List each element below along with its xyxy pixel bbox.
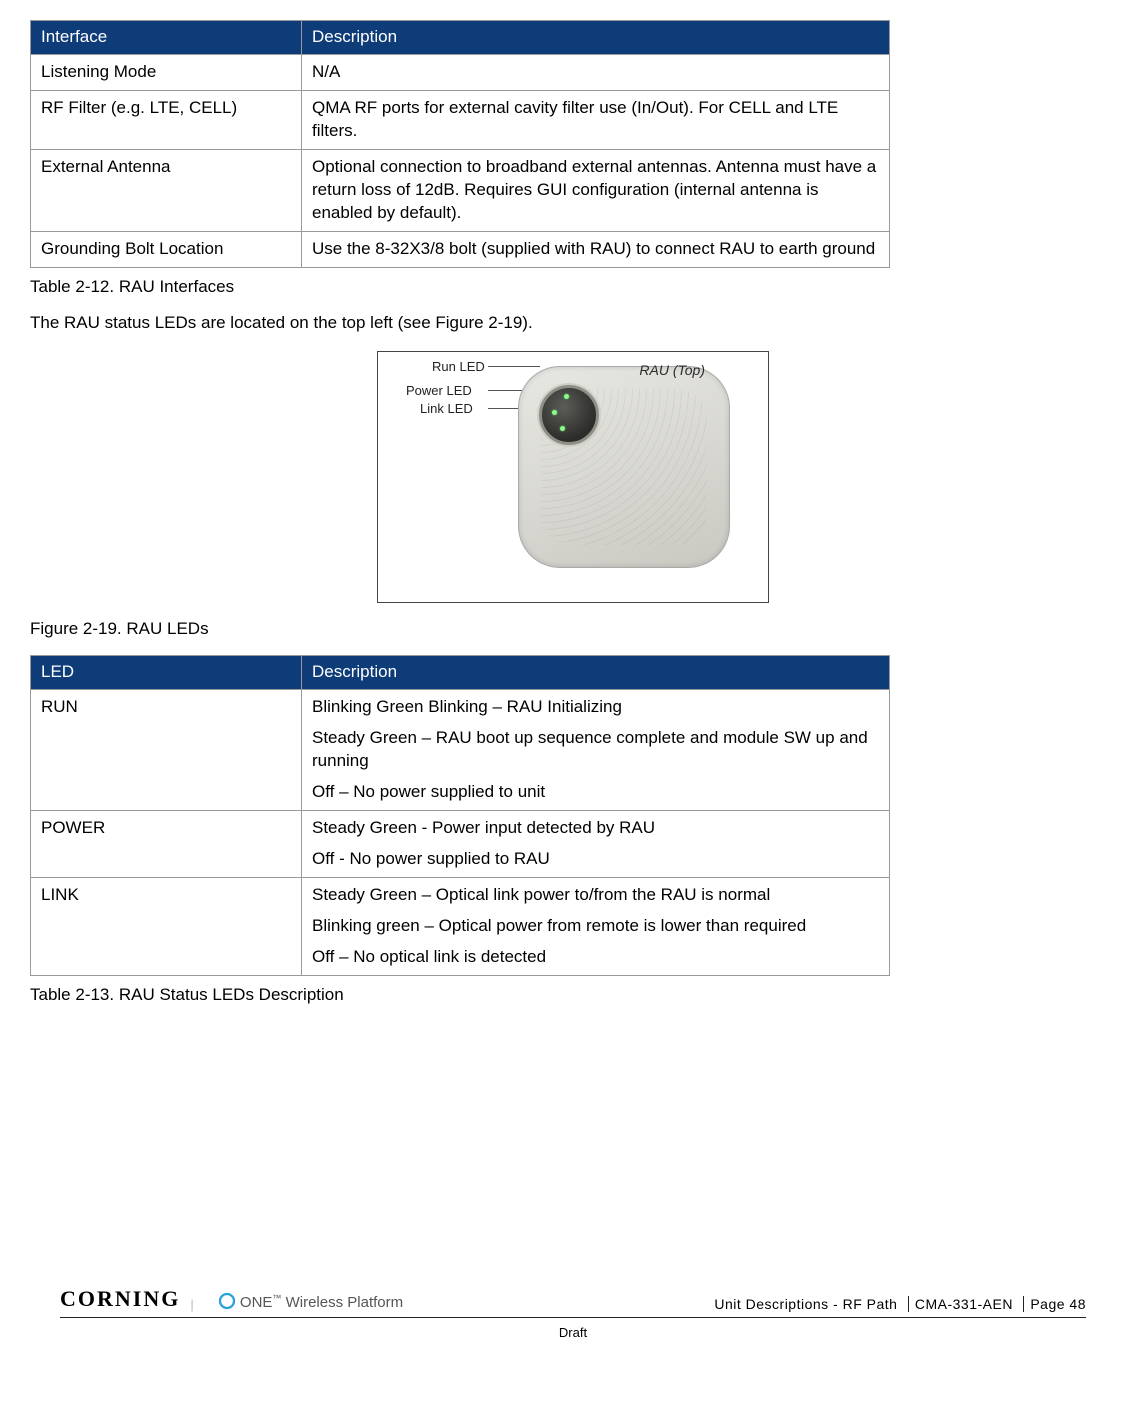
body-paragraph: The RAU status LEDs are located on the t… bbox=[30, 312, 1116, 335]
brand-logo: CORNING bbox=[60, 1284, 180, 1314]
table-row: External AntennaOptional connection to b… bbox=[31, 149, 890, 231]
figure-caption: Figure 2-19. RAU LEDs bbox=[30, 618, 1116, 641]
table-row: LINK Steady Green – Optical link power t… bbox=[31, 877, 890, 975]
device-illustration: Run LED Power LED Link LED RAU (Top) bbox=[377, 351, 769, 603]
label-power-led: Power LED bbox=[406, 382, 472, 400]
interface-table: Interface Description Listening ModeN/A … bbox=[30, 20, 890, 268]
label-run-led: Run LED bbox=[432, 358, 485, 376]
table-row: Grounding Bolt LocationUse the 8-32X3/8 … bbox=[31, 231, 890, 267]
col-description: Description bbox=[302, 656, 890, 690]
product-name: ONE™ Wireless Platform bbox=[218, 1292, 403, 1313]
table-row: RF Filter (e.g. LTE, CELL)QMA RF ports f… bbox=[31, 90, 890, 149]
label-link-led: Link LED bbox=[420, 400, 473, 418]
table-row: POWER Steady Green - Power input detecte… bbox=[31, 810, 890, 877]
figure-rau-leds: Run LED Power LED Link LED RAU (Top) bbox=[30, 351, 1116, 610]
label-rau-top: RAU (Top) bbox=[639, 361, 705, 380]
table-caption: Table 2-12. RAU Interfaces bbox=[30, 276, 1116, 299]
rau-device-icon: RAU (Top) bbox=[518, 366, 730, 568]
led-table: LED Description RUN Blinking Green Blink… bbox=[30, 655, 890, 975]
table-caption: Table 2-13. RAU Status LEDs Description bbox=[30, 984, 1116, 1007]
table-header-row: LED Description bbox=[31, 656, 890, 690]
page-footer: CORNING | ONE™ Wireless Platform Unit De… bbox=[60, 1284, 1086, 1342]
table-row: RUN Blinking Green Blinking – RAU Initia… bbox=[31, 690, 890, 811]
col-led: LED bbox=[31, 656, 302, 690]
col-interface: Interface bbox=[31, 21, 302, 55]
table-row: Listening ModeN/A bbox=[31, 54, 890, 90]
draft-label: Draft bbox=[60, 1324, 1086, 1342]
footer-meta: Unit Descriptions - RF Path CMA-331-AEN … bbox=[714, 1295, 1086, 1314]
one-icon bbox=[218, 1292, 236, 1310]
col-description: Description bbox=[302, 21, 890, 55]
table-header-row: Interface Description bbox=[31, 21, 890, 55]
